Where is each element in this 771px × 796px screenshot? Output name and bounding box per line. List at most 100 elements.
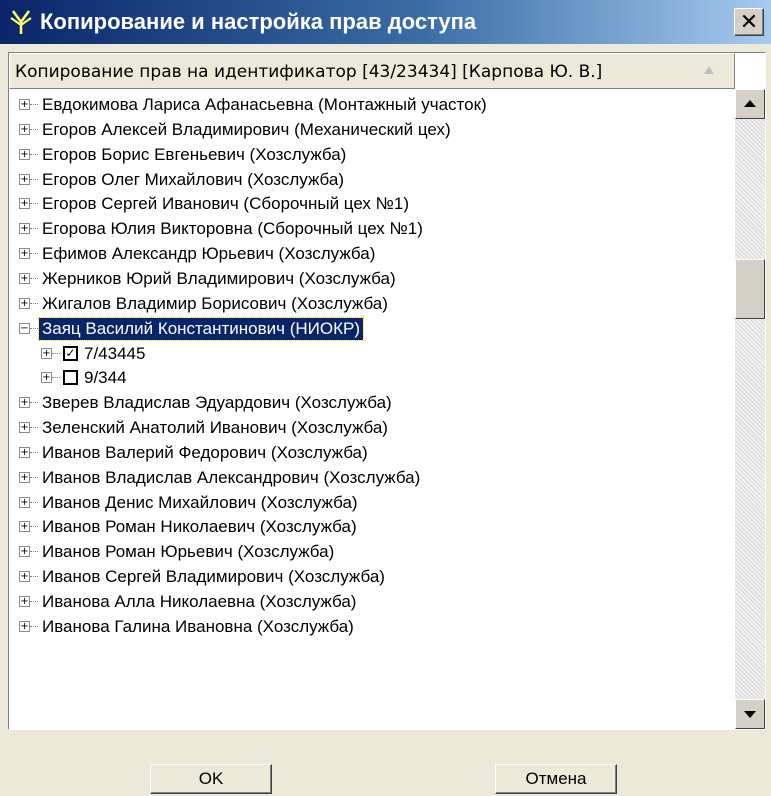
- tree-row[interactable]: + Иванова Галина Ивановна (Хозслужба): [9, 615, 729, 639]
- tree-connector: [30, 179, 38, 180]
- expand-icon[interactable]: +: [19, 124, 30, 135]
- scroll-down-button[interactable]: [735, 699, 765, 729]
- employee-label[interactable]: Иванов Владислав Александрович (Хозслужб…: [39, 467, 423, 489]
- tree-row[interactable]: + Иванов Владислав Александрович (Хозслуж…: [9, 466, 729, 490]
- tree-row[interactable]: + Иванов Денис Михайлович (Хозслужба): [9, 491, 729, 515]
- expand-icon[interactable]: +: [19, 521, 30, 532]
- tree-row[interactable]: + Зеленский Анатолий Иванович (Хозслужба): [9, 416, 729, 440]
- tree-connector: [30, 626, 38, 627]
- tree-row[interactable]: + Иванов Роман Николаевич (Хозслужба): [9, 515, 729, 539]
- tree-connector: [30, 104, 38, 105]
- expand-icon[interactable]: +: [19, 397, 30, 408]
- identifier-label[interactable]: 9/344: [81, 367, 130, 389]
- tree-row[interactable]: + Иванов Сергей Владимирович (Хозслужба): [9, 565, 729, 589]
- tree-connector: [30, 502, 38, 503]
- employee-label[interactable]: Зверев Владислав Эдуардович (Хозслужба): [39, 392, 395, 414]
- tree-row[interactable]: + Егоров Алексей Владимирович (Механическ…: [9, 118, 729, 142]
- employee-label[interactable]: Егоров Сергей Иванович (Сборочный цех №1…: [39, 193, 412, 215]
- tree-row[interactable]: + Евдокимова Лариса Афанасьевна (Монтажны…: [9, 93, 729, 117]
- expand-icon[interactable]: +: [19, 99, 30, 110]
- expand-icon[interactable]: +: [19, 621, 30, 632]
- expand-icon[interactable]: +: [19, 298, 30, 309]
- expand-icon[interactable]: +: [19, 447, 30, 458]
- expand-icon[interactable]: +: [41, 372, 52, 383]
- expand-icon[interactable]: +: [19, 248, 30, 259]
- tree-row[interactable]: + Егоров Борис Евгеньевич (Хозслужба): [9, 143, 729, 167]
- employee-label[interactable]: Егоров Олег Михайлович (Хозслужба): [39, 169, 347, 191]
- expand-icon[interactable]: +: [19, 571, 30, 582]
- cancel-button[interactable]: Отмена: [495, 764, 617, 794]
- column-header[interactable]: Копирование прав на идентификатор [43/23…: [9, 53, 735, 89]
- employee-label[interactable]: Заяц Василий Константинович (НИОКР): [37, 317, 365, 341]
- tree-row[interactable]: + Егорова Юлия Викторовна (Сборочный цех …: [9, 217, 729, 241]
- employee-label[interactable]: Иванов Валерий Федорович (Хозслужба): [39, 442, 371, 464]
- tree-connector: [30, 551, 38, 552]
- tree-connector: [30, 278, 38, 279]
- close-button[interactable]: ✕: [734, 8, 764, 36]
- ok-button[interactable]: OK: [150, 764, 272, 794]
- employee-label[interactable]: Жигалов Владимир Борисович (Хозслужба): [39, 293, 391, 315]
- tree-row[interactable]: + Иванова Алла Николаевна (Хозслужба): [9, 590, 729, 614]
- employee-label[interactable]: Иванова Алла Николаевна (Хозслужба): [39, 591, 359, 613]
- arrow-down-icon: [744, 711, 756, 718]
- arrow-up-icon: [744, 100, 756, 107]
- tree-row[interactable]: + ✓ 7/43445: [9, 342, 729, 366]
- employee-label[interactable]: Егорова Юлия Викторовна (Сборочный цех №…: [39, 218, 426, 240]
- tree-connector: [30, 129, 38, 130]
- tree-connector: [30, 303, 38, 304]
- employee-tree[interactable]: + Евдокимова Лариса Афанасьевна (Монтажны…: [9, 89, 735, 729]
- window-title: Копирование и настройка прав доступа: [40, 9, 477, 34]
- collapse-icon[interactable]: −: [19, 323, 30, 334]
- tree-row[interactable]: + Жерников Юрий Владимирович (Хозслужба): [9, 267, 729, 291]
- tree-row[interactable]: − Заяц Василий Константинович (НИОКР): [9, 317, 729, 341]
- employee-label[interactable]: Зеленский Анатолий Иванович (Хозслужба): [39, 417, 391, 439]
- employee-label[interactable]: Иванов Сергей Владимирович (Хозслужба): [39, 566, 388, 588]
- tree-connector: [30, 576, 38, 577]
- expand-icon[interactable]: +: [19, 273, 30, 284]
- tree-connector: [52, 377, 60, 378]
- tree-row[interactable]: + Егоров Олег Михайлович (Хозслужба): [9, 168, 729, 192]
- tree-row[interactable]: + Егоров Сергей Иванович (Сборочный цех №…: [9, 192, 729, 216]
- tree-connector: [30, 328, 38, 329]
- expand-icon[interactable]: +: [19, 174, 30, 185]
- employee-label[interactable]: Иванов Роман Николаевич (Хозслужба): [39, 516, 360, 538]
- employee-label[interactable]: Ефимов Александр Юрьевич (Хозслужба): [39, 243, 378, 265]
- expand-icon[interactable]: +: [19, 223, 30, 234]
- sort-up-icon: [704, 66, 714, 74]
- tree-row[interactable]: +9/344: [9, 366, 729, 390]
- tree-connector: [30, 452, 38, 453]
- expand-icon[interactable]: +: [19, 149, 30, 160]
- expand-icon[interactable]: +: [19, 422, 30, 433]
- checkbox-checked[interactable]: ✓: [63, 346, 78, 361]
- access-rights-dialog: Копирование и настройка прав доступа ✕ К…: [0, 0, 771, 796]
- expand-icon[interactable]: +: [19, 497, 30, 508]
- scroll-up-button[interactable]: [735, 89, 765, 119]
- tree-connector: [30, 601, 38, 602]
- tree-row[interactable]: + Иванов Роман Юрьевич (Хозслужба): [9, 540, 729, 564]
- checkbox-unchecked[interactable]: [63, 370, 78, 385]
- employee-label[interactable]: Егоров Алексей Владимирович (Механически…: [39, 119, 454, 141]
- employee-label[interactable]: Евдокимова Лариса Афанасьевна (Монтажный…: [39, 94, 490, 116]
- tree-row[interactable]: + Ефимов Александр Юрьевич (Хозслужба): [9, 242, 729, 266]
- identifier-label[interactable]: 7/43445: [81, 343, 148, 365]
- tree-row[interactable]: + Жигалов Владимир Борисович (Хозслужба): [9, 292, 729, 316]
- employee-label[interactable]: Иванова Галина Ивановна (Хозслужба): [39, 616, 357, 638]
- employee-label[interactable]: Иванов Денис Михайлович (Хозслужба): [39, 492, 361, 514]
- tree-connector: [30, 154, 38, 155]
- expand-icon[interactable]: +: [41, 348, 52, 359]
- employee-label[interactable]: Егоров Борис Евгеньевич (Хозслужба): [39, 144, 349, 166]
- tree-row[interactable]: + Иванов Валерий Федорович (Хозслужба): [9, 441, 729, 465]
- scrollbar-thumb[interactable]: [735, 259, 765, 319]
- expand-icon[interactable]: +: [19, 596, 30, 607]
- expand-icon[interactable]: +: [19, 546, 30, 557]
- employee-label[interactable]: Иванов Роман Юрьевич (Хозслужба): [39, 541, 337, 563]
- tree-row[interactable]: + Зверев Владислав Эдуардович (Хозслужба): [9, 391, 729, 415]
- expand-icon[interactable]: +: [19, 472, 30, 483]
- vertical-scrollbar[interactable]: [735, 89, 765, 729]
- title-bar[interactable]: Копирование и настройка прав доступа ✕: [0, 0, 771, 44]
- antenna-icon: [10, 10, 32, 34]
- rights-tree-panel: Копирование прав на идентификатор [43/23…: [8, 52, 766, 730]
- tree-connector: [52, 353, 60, 354]
- employee-label[interactable]: Жерников Юрий Владимирович (Хозслужба): [39, 268, 399, 290]
- expand-icon[interactable]: +: [19, 198, 30, 209]
